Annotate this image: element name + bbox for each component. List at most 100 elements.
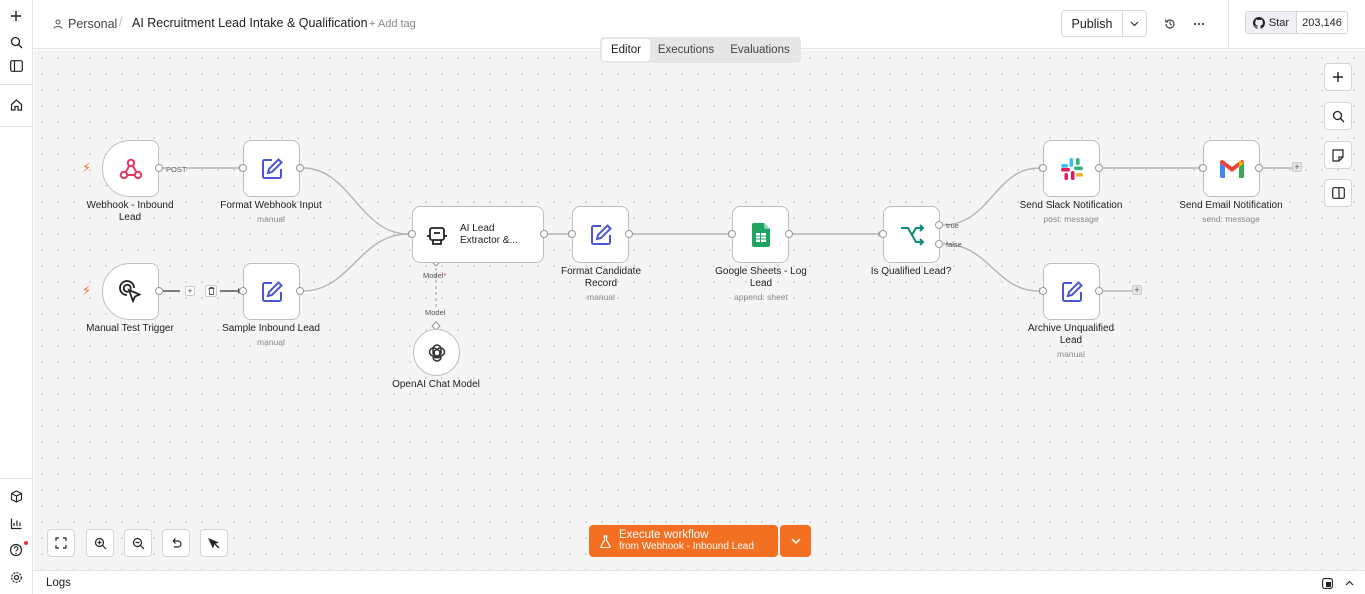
node-sample-inbound-lead[interactable] xyxy=(243,263,300,320)
output-port-true[interactable] xyxy=(935,221,943,229)
magic-wand-icon xyxy=(208,538,220,549)
node-label: Google Sheets - Log Lead xyxy=(715,266,807,289)
input-port[interactable] xyxy=(1199,164,1207,172)
node-openai-chat-model[interactable] xyxy=(413,329,460,376)
output-port-false[interactable] xyxy=(935,240,943,248)
flask-icon xyxy=(600,534,611,548)
input-port[interactable] xyxy=(1039,164,1047,172)
tidy-up-button[interactable] xyxy=(200,529,228,557)
toggle-panel-button[interactable] xyxy=(1324,179,1352,207)
zoom-out-icon xyxy=(132,537,144,549)
pointer-click-icon xyxy=(118,279,142,303)
workflow-connections xyxy=(162,165,1292,331)
fit-view-icon xyxy=(55,537,67,549)
search-nodes-button[interactable] xyxy=(1324,102,1352,130)
edge-if-slack xyxy=(942,167,1040,226)
side-panel-icon xyxy=(1331,187,1345,199)
add-node-button[interactable] xyxy=(1324,63,1352,91)
output-port[interactable] xyxy=(540,230,548,238)
fit-view-button[interactable] xyxy=(47,529,75,557)
edge-label-post: POST xyxy=(166,164,187,176)
node-subtitle: post: message xyxy=(1043,214,1099,224)
input-port[interactable] xyxy=(1039,287,1047,295)
edge-sample-ai xyxy=(302,233,409,292)
node-label: Archive Unqualified Lead xyxy=(1027,323,1115,346)
node-label: OpenAI Chat Model xyxy=(392,379,480,390)
branch-label-false: false xyxy=(946,240,962,249)
node-format-webhook-input[interactable] xyxy=(243,140,300,197)
execute-label: Execute workflow xyxy=(619,529,709,541)
output-port[interactable] xyxy=(155,287,163,295)
output-port[interactable] xyxy=(296,287,304,295)
plus-icon xyxy=(1333,72,1343,82)
model-port-label: Model* xyxy=(423,271,447,280)
output-port[interactable] xyxy=(296,164,304,172)
node-archive-unqualified-lead[interactable] xyxy=(1043,263,1100,320)
add-node-after-archive-button[interactable]: + xyxy=(1132,285,1142,295)
google-sheets-icon xyxy=(751,222,770,247)
output-port[interactable] xyxy=(1255,164,1263,172)
undo-button[interactable] xyxy=(162,529,190,557)
zoom-in-icon xyxy=(94,537,106,549)
branch-label-true: true xyxy=(946,221,959,230)
zoom-out-button[interactable] xyxy=(124,529,152,557)
trash-icon xyxy=(208,287,214,295)
output-port[interactable] xyxy=(1095,164,1103,172)
input-port[interactable] xyxy=(239,164,247,172)
output-port[interactable] xyxy=(1095,287,1103,295)
node-label: Manual Test Trigger xyxy=(86,323,174,334)
node-google-sheets-log-lead[interactable] xyxy=(732,206,789,263)
pencil-square-icon xyxy=(261,280,283,302)
input-port[interactable] xyxy=(239,287,247,295)
node-subtitle: manual xyxy=(1057,349,1085,359)
pencil-square-icon xyxy=(261,157,283,179)
node-manual-test-trigger[interactable] xyxy=(102,263,159,320)
undo-icon xyxy=(172,538,182,548)
input-port[interactable] xyxy=(728,230,736,238)
openai-icon xyxy=(428,343,445,362)
pencil-square-icon xyxy=(1061,280,1083,302)
execute-options-button[interactable] xyxy=(780,525,811,557)
node-label: Format Candidate Record xyxy=(560,266,642,289)
node-format-candidate-record[interactable] xyxy=(572,206,629,263)
tab-evaluations[interactable]: Evaluations xyxy=(722,39,798,61)
node-label: Is Qualified Lead? xyxy=(870,266,952,277)
node-label: Send Email Notification xyxy=(1179,200,1283,211)
input-port[interactable] xyxy=(879,230,887,238)
tab-editor[interactable]: Editor xyxy=(602,39,650,61)
chevron-down-icon xyxy=(790,538,801,544)
node-label: Sample Inbound Lead xyxy=(222,323,320,334)
edge-add-node-button[interactable]: + xyxy=(185,286,195,296)
search-icon xyxy=(1332,110,1344,122)
trigger-bolt-icon: ⚡ xyxy=(82,283,92,298)
node-subtitle: append: sheet xyxy=(734,292,788,302)
node-label: AI Lead Extractor &... xyxy=(460,222,518,246)
node-send-slack-notification[interactable] xyxy=(1043,140,1100,197)
output-port[interactable] xyxy=(155,164,163,172)
execute-sublabel: from Webhook - Inbound Lead xyxy=(619,541,754,552)
add-node-after-email-button[interactable]: + xyxy=(1292,162,1302,172)
sticky-note-button[interactable] xyxy=(1324,141,1352,169)
node-label: Webhook - Inbound Lead xyxy=(86,200,174,223)
node-label: Format Webhook Input xyxy=(220,200,322,211)
node-ai-lead-extractor[interactable]: AI Lead Extractor &... xyxy=(412,206,544,263)
input-port[interactable] xyxy=(408,230,416,238)
node-send-email-notification[interactable] xyxy=(1203,140,1260,197)
node-subtitle: manual xyxy=(257,337,285,347)
zoom-in-button[interactable] xyxy=(86,529,114,557)
output-port[interactable] xyxy=(785,230,793,238)
note-icon xyxy=(1332,148,1344,162)
pencil-square-icon xyxy=(590,223,612,245)
input-port[interactable] xyxy=(568,230,576,238)
node-subtitle: manual xyxy=(257,214,285,224)
gmail-icon xyxy=(1219,159,1244,178)
node-is-qualified-lead[interactable] xyxy=(883,206,940,263)
output-port[interactable] xyxy=(625,230,633,238)
node-webhook-inbound-lead[interactable] xyxy=(102,140,159,197)
node-label: Send Slack Notification xyxy=(1019,200,1123,211)
edge-delete-button[interactable] xyxy=(205,285,217,297)
slack-icon xyxy=(1060,157,1083,180)
execute-workflow-button[interactable]: Execute workflow from Webhook - Inbound … xyxy=(589,525,778,557)
tab-executions[interactable]: Executions xyxy=(650,39,722,61)
model-edge-label: Model xyxy=(425,307,446,319)
